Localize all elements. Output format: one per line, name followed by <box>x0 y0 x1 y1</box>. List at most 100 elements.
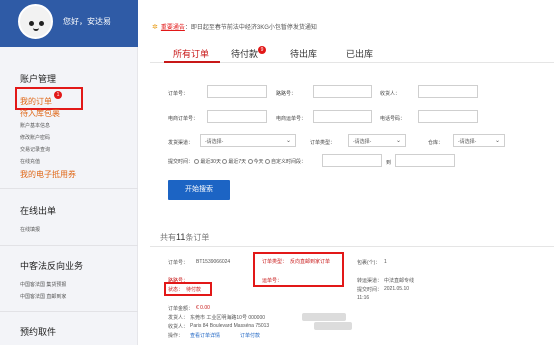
sidebar-divider <box>0 311 138 312</box>
ec-order-no-input[interactable] <box>207 110 267 123</box>
date-from-input[interactable] <box>322 154 382 167</box>
sidebar-item-change-password[interactable]: 修改账户密码 <box>20 134 50 141</box>
channel-label: 发货渠道： <box>168 140 194 146</box>
tab-active-underline <box>164 61 220 63</box>
radio-last7-label: 最近7天 <box>228 159 247 165</box>
sidebar-item-ecoupon[interactable]: 我的电子抵用券 <box>20 169 76 180</box>
radio-last30[interactable] <box>194 159 200 165</box>
tab-all-orders[interactable]: 所有订单 <box>173 47 209 60</box>
submit-time-value: 11:16 <box>357 295 370 301</box>
sidebar-item-recharge[interactable]: 在线充值 <box>20 158 40 165</box>
avatar-mouth-icon <box>33 28 39 31</box>
list-divider <box>150 246 554 247</box>
waybill-label: 运单号： <box>262 278 283 284</box>
radio-last30-label: 最近30天 <box>200 159 221 165</box>
avatar-eye-icon <box>29 21 34 26</box>
order-type-select-value: -请选择- <box>353 139 372 145</box>
radio-custom-label: 自定义时间段： <box>270 159 306 165</box>
ec-order-no-label: 电商订单号： <box>168 116 199 122</box>
packages-value: 1 <box>384 259 387 265</box>
order-no-value: BT1539066024 <box>196 259 231 265</box>
sidebar-item-transactions[interactable]: 交易记录查询 <box>20 146 50 153</box>
sidebar-item-account-info[interactable]: 账户基本信息 <box>20 122 50 129</box>
submit-time-label: 提交时间： <box>357 287 383 293</box>
sidebar-item-pending-packages[interactable]: 待入库包裹 <box>20 108 60 119</box>
radio-today[interactable] <box>247 159 253 165</box>
submit-date-value: 2021.05.10 <box>384 286 410 292</box>
order-type-label: 订单类型： <box>262 259 288 265</box>
channel-label: 转运渠道： <box>357 278 383 284</box>
date-to-input[interactable] <box>395 154 455 167</box>
ops-label: 操作： <box>168 333 184 339</box>
chevron-down-icon: ⌄ <box>285 138 291 144</box>
receiver-input[interactable] <box>418 85 478 98</box>
pay-order-link[interactable]: 订单付款 <box>240 332 260 339</box>
channel-select-value: -请选择- <box>205 139 224 145</box>
notice-bar: ✲ 重要通告：即日起至春节前法中经济3KG小包暂停发货通知 <box>152 22 317 31</box>
channel-select[interactable]: -请选择- ⌄ <box>200 134 296 147</box>
amount-value: € 0.00 <box>196 305 210 311</box>
packages-label: 包裹(个)： <box>357 260 381 266</box>
sidebar-item-direct-mail[interactable]: 中国客法国 直邮到家 <box>20 293 66 300</box>
sidebar-item-consolidation[interactable]: 中国客法国 集货预报 <box>20 281 66 288</box>
notice-icon: ✲ <box>152 24 158 31</box>
receiver-value: Paris 84 Boulevard Masséna 75013 <box>190 323 270 329</box>
ec-phone-label: 电话号码： <box>380 116 406 122</box>
count-suffix: 条订单 <box>185 233 210 242</box>
channel-value: 中法直邮专线 <box>384 278 415 284</box>
warehouse-label: 仓库： <box>428 140 444 146</box>
sender-value: 东莞市 工业区明海路10号 000000 <box>190 315 266 321</box>
online-shipping-title: 在线出单 <box>20 206 57 216</box>
notice-tag[interactable]: 重要通告 <box>161 25 185 31</box>
warehouse-select-value: -请选择- <box>458 139 477 145</box>
chevron-down-icon: ⌄ <box>395 138 401 144</box>
notice-text[interactable]: ：即日起至春节前法中经济3KG小包暂停发货通知 <box>185 25 317 31</box>
profile-header: 您好，安达易 <box>0 0 138 47</box>
order-type-label: 订单类型： <box>310 140 336 146</box>
redacted-block <box>314 322 352 330</box>
order-count: 共有11条订单 <box>160 232 209 243</box>
sender-label: 发货人： <box>168 315 189 321</box>
ec-waybill-label: 电商运单号： <box>276 116 307 122</box>
warehouse-select[interactable]: -请选择- ⌄ <box>453 134 505 147</box>
sidebar-divider <box>0 188 138 189</box>
time-label: 提交时间： <box>168 159 194 165</box>
receiver-label: 收货人： <box>168 324 189 330</box>
route-no-label: 路路号： <box>276 91 297 97</box>
radio-custom[interactable] <box>264 159 270 165</box>
ec-waybill-input[interactable] <box>313 110 372 123</box>
count-prefix: 共有 <box>160 233 176 242</box>
sidebar: 您好，安达易 账户管理 我的订单 1 待入库包裹 账户基本信息 修改账户密码 交… <box>0 0 138 345</box>
order-type-value: 反向直邮到家订单 <box>290 259 331 265</box>
time-filter: 提交时间： 最近30天 最近7天 今天 自定义时间段： <box>168 158 306 165</box>
booking-title: 预约取件 <box>20 327 57 337</box>
status-label: 状态： <box>168 287 184 293</box>
receiver-label: 收货人： <box>380 91 401 97</box>
tab-pending-outbound[interactable]: 待出库 <box>290 47 317 60</box>
sidebar-divider <box>0 245 138 246</box>
date-to-label: 到 <box>386 160 392 166</box>
count-number: 11 <box>176 232 186 242</box>
ec-phone-input[interactable] <box>418 110 478 123</box>
search-button[interactable]: 开始搜索 <box>168 180 230 200</box>
highlight-box <box>15 87 83 110</box>
order-no-label: 订单号： <box>168 260 189 266</box>
view-order-detail-link[interactable]: 查看订单详情 <box>190 332 220 339</box>
order-type-select[interactable]: -请选择- ⌄ <box>348 134 406 147</box>
china-law-title: 中客法反向业务 <box>20 261 84 271</box>
account-section-title: 账户管理 <box>20 74 57 84</box>
radio-today-label: 今天 <box>253 159 264 165</box>
route-no-input[interactable] <box>313 85 372 98</box>
avatar[interactable] <box>18 4 53 39</box>
amount-label: 订单金额： <box>168 306 194 312</box>
order-no-label: 订单号： <box>168 91 189 97</box>
redacted-block <box>302 313 346 321</box>
avatar-eye-icon <box>39 21 44 26</box>
radio-last7[interactable] <box>222 159 228 165</box>
chevron-down-icon: ⌄ <box>494 138 500 144</box>
tab-shipped[interactable]: 已出库 <box>346 47 373 60</box>
user-greeting: 您好，安达易 <box>63 17 111 26</box>
order-no-input[interactable] <box>207 85 267 98</box>
sidebar-item-online-fill[interactable]: 在线填报 <box>20 226 40 233</box>
tab-pending-payment[interactable]: 待付款 <box>231 47 258 60</box>
